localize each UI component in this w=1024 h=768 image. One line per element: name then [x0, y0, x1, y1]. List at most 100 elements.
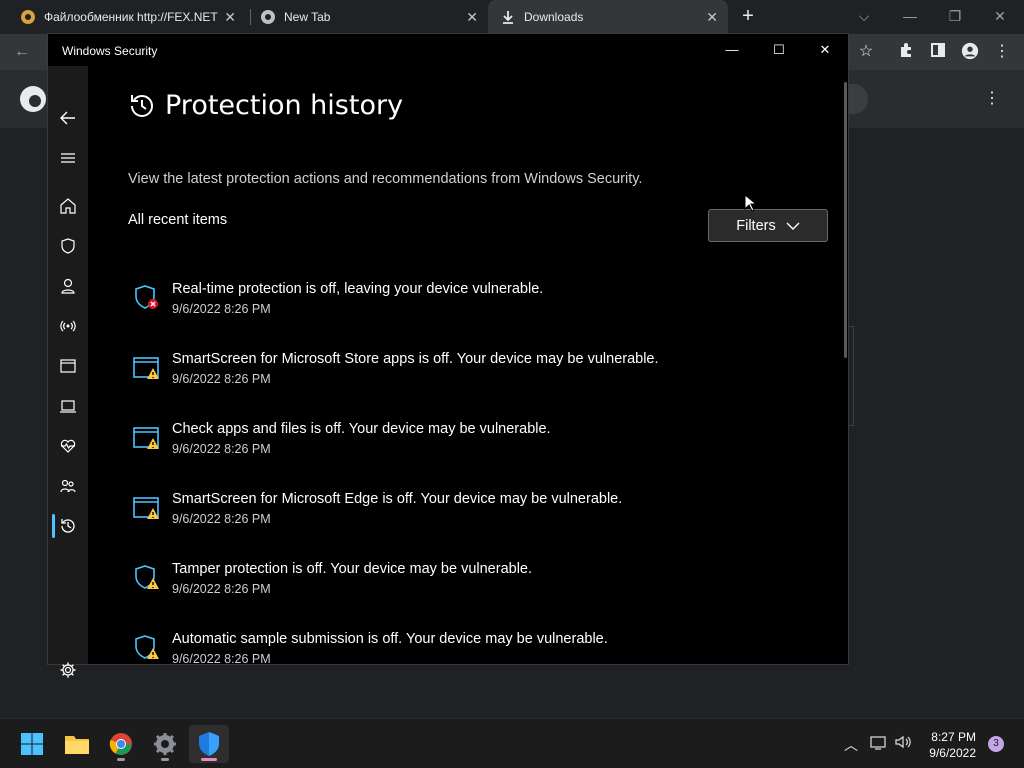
start-button[interactable]: [12, 725, 52, 763]
page-subtitle: View the latest protection actions and r…: [128, 171, 643, 187]
mouse-cursor-icon: [744, 194, 756, 212]
chrome-icon: [109, 733, 132, 755]
virus-protection-shield-icon[interactable]: [56, 234, 80, 258]
folder-icon: [65, 736, 89, 754]
chrome-favicon-icon: [260, 9, 276, 25]
browser-tab-downloads[interactable]: Downloads ✕: [488, 0, 728, 34]
taskbar-clock[interactable]: 8:27 PM 9/6/2022: [929, 729, 976, 761]
close-tab-icon[interactable]: ✕: [224, 9, 236, 26]
app-warning-icon: [133, 357, 159, 379]
windows-security-window: Windows Security — ☐ ✕ Protection histor…: [47, 33, 849, 678]
active-app-indicator: [201, 758, 217, 761]
history-item[interactable]: Real-time protection is off, leaving you…: [132, 281, 832, 331]
windows-security-shield-icon: [199, 732, 219, 756]
history-item-message: Check apps and files is off. Your device…: [172, 421, 551, 437]
windows-logo-icon: [21, 733, 43, 755]
history-item-timestamp: 9/6/2022 8:26 PM: [172, 442, 271, 456]
window-title: Windows Security: [62, 44, 158, 58]
history-item-message: SmartScreen for Microsoft Edge is off. Y…: [172, 491, 623, 507]
file-explorer-taskbar-button[interactable]: [57, 725, 97, 763]
filters-label: Filters: [736, 217, 776, 234]
protection-history-icon[interactable]: [56, 514, 80, 538]
history-item-timestamp: 9/6/2022 8:26 PM: [172, 582, 271, 596]
page-title: Protection history: [165, 90, 404, 121]
browser-tab-fex[interactable]: Файлообменник http://FEX.NET ✕: [8, 0, 246, 34]
download-icon: [500, 9, 516, 25]
new-tab-plus-icon[interactable]: +: [738, 6, 758, 26]
tab-title: New Tab: [284, 10, 331, 24]
settings-gear-app-icon: [154, 733, 176, 755]
profile-avatar-icon[interactable]: [960, 42, 980, 62]
close-tab-icon[interactable]: ✕: [706, 9, 718, 26]
history-item[interactable]: Tamper protection is off. Your device ma…: [132, 561, 832, 611]
history-item-timestamp: 9/6/2022 8:26 PM: [172, 372, 271, 386]
history-item-timestamp: 9/6/2022 8:26 PM: [172, 652, 271, 664]
notification-count-badge[interactable]: 3: [988, 736, 1004, 752]
history-item-message: Tamper protection is off. Your device ma…: [172, 561, 533, 577]
extensions-puzzle-icon[interactable]: [896, 42, 916, 62]
tab-title: Файлообменник http://FEX.NET: [44, 10, 218, 24]
shield-error-icon: [135, 285, 158, 309]
vertical-scrollbar[interactable]: [844, 82, 847, 358]
history-item-message: Automatic sample submission is off. Your…: [172, 631, 608, 647]
account-protection-person-icon[interactable]: [56, 274, 80, 298]
history-item-message: SmartScreen for Microsoft Store apps is …: [172, 351, 659, 367]
fex-favicon-icon: [20, 9, 36, 25]
running-indicator: [161, 758, 169, 761]
clock-date: 9/6/2022: [929, 746, 976, 760]
side-panel-icon[interactable]: [928, 42, 948, 62]
all-recent-items-label: All recent items: [128, 212, 228, 228]
protection-history-title-icon: [131, 94, 153, 117]
close-icon[interactable]: ✕: [815, 40, 835, 60]
history-item-timestamp: 9/6/2022 8:26 PM: [172, 302, 271, 316]
app-warning-icon: [133, 497, 159, 519]
filters-button[interactable]: Filters: [708, 209, 828, 242]
browser-minimize-icon[interactable]: —: [898, 4, 922, 28]
history-item[interactable]: Check apps and files is off. Your device…: [132, 421, 832, 471]
windows-security-taskbar-button[interactable]: [189, 725, 229, 763]
running-indicator: [117, 758, 125, 761]
nav-selection-indicator: [52, 514, 55, 538]
minimize-icon[interactable]: —: [722, 40, 742, 60]
hamburger-menu-icon[interactable]: [56, 146, 80, 170]
taskbar: ︿ 8:27 PM 9/6/2022 3: [0, 718, 1024, 768]
history-item-timestamp: 9/6/2022 8:26 PM: [172, 512, 271, 526]
firewall-network-icon[interactable]: [56, 314, 80, 338]
tab-title: Downloads: [524, 10, 584, 24]
shield-warning-icon: [135, 565, 159, 589]
history-item[interactable]: SmartScreen for Microsoft Store apps is …: [132, 351, 832, 401]
chrome-taskbar-button[interactable]: [101, 725, 141, 763]
browser-close-icon[interactable]: ✕: [988, 4, 1012, 28]
back-arrow-icon[interactable]: [56, 106, 80, 130]
family-options-icon[interactable]: [56, 474, 80, 498]
maximize-icon[interactable]: ☐: [769, 40, 789, 60]
device-security-laptop-icon[interactable]: [56, 394, 80, 418]
browser-back-icon[interactable]: ←: [12, 42, 32, 62]
browser-tabstrip: Файлообменник http://FEX.NET ✕ New Tab ✕…: [0, 0, 1024, 34]
browser-menu-kebab-icon[interactable]: ⋮: [992, 42, 1012, 62]
close-tab-icon[interactable]: ✕: [466, 9, 478, 26]
browser-restore-icon[interactable]: ❐: [943, 4, 967, 28]
downloads-menu-kebab-icon[interactable]: ⋮: [984, 88, 1000, 108]
network-icon[interactable]: [870, 734, 888, 753]
show-hidden-icons-chevron-icon[interactable]: ︿: [844, 735, 858, 755]
clock-time: 8:27 PM: [931, 730, 976, 744]
history-item-message: Real-time protection is off, leaving you…: [172, 281, 544, 297]
app-browser-control-icon[interactable]: [56, 354, 80, 378]
tab-search-chevron-icon[interactable]: ⌵: [852, 4, 876, 28]
bookmark-star-icon[interactable]: ☆: [856, 42, 876, 62]
protection-history-content: Protection history View the latest prote…: [88, 66, 848, 664]
history-item[interactable]: Automatic sample submission is off. Your…: [132, 631, 832, 664]
volume-speaker-icon[interactable]: [894, 734, 912, 753]
settings-taskbar-button[interactable]: [145, 725, 185, 763]
device-performance-health-icon[interactable]: [56, 434, 80, 458]
shield-warning-icon: [135, 635, 159, 659]
window-titlebar[interactable]: Windows Security — ☐ ✕: [48, 34, 848, 66]
chevron-down-icon: [786, 222, 800, 230]
chrome-logo-icon: [20, 86, 46, 112]
navigation-sidebar: [48, 66, 88, 678]
history-item[interactable]: SmartScreen for Microsoft Edge is off. Y…: [132, 491, 832, 541]
settings-gear-icon[interactable]: [56, 658, 80, 682]
browser-tab-new-tab[interactable]: New Tab ✕: [248, 0, 488, 34]
home-icon[interactable]: [56, 194, 80, 218]
